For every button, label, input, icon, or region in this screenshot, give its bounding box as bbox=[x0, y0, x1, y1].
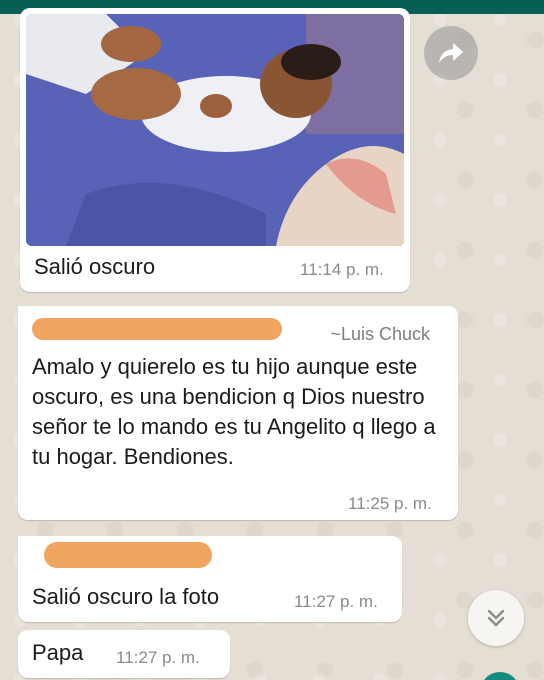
message-timestamp: 11:14 p. m. bbox=[300, 260, 384, 279]
image-message-bubble[interactable]: Salió oscuro 11:14 p. m. bbox=[20, 8, 410, 292]
message-text: Papa bbox=[32, 640, 84, 665]
incoming-message-bubble[interactable]: Salió oscuro la foto 11:27 p. m. bbox=[18, 536, 402, 622]
redacted-sender bbox=[44, 542, 212, 568]
redacted-phone-number bbox=[32, 318, 282, 340]
incoming-message-bubble[interactable]: ~Luis Chuck Amalo y quierelo es tu hijo … bbox=[18, 306, 458, 520]
message-timestamp: 11:27 p. m. bbox=[294, 592, 378, 611]
incoming-message-bubble[interactable]: Papa 11:27 p. m. bbox=[18, 630, 230, 678]
forward-button[interactable] bbox=[424, 26, 478, 80]
image-caption: Salió oscuro bbox=[34, 254, 156, 279]
baby-photo[interactable] bbox=[26, 14, 404, 246]
message-text: Amalo y quierelo es tu hijo aunque este … bbox=[32, 354, 436, 469]
double-chevron-down-icon bbox=[487, 609, 505, 627]
message-timestamp: 11:27 p. m. bbox=[116, 648, 200, 667]
photo-illustration bbox=[26, 14, 404, 246]
share-arrow-icon bbox=[439, 43, 463, 63]
message-timestamp: 11:25 p. m. bbox=[348, 494, 432, 513]
sender-name: ~Luis Chuck bbox=[330, 324, 430, 344]
sender-row: ~Luis Chuck bbox=[30, 312, 450, 344]
message-text: Salió oscuro la foto bbox=[32, 584, 220, 609]
scroll-to-bottom-button[interactable] bbox=[468, 590, 524, 646]
